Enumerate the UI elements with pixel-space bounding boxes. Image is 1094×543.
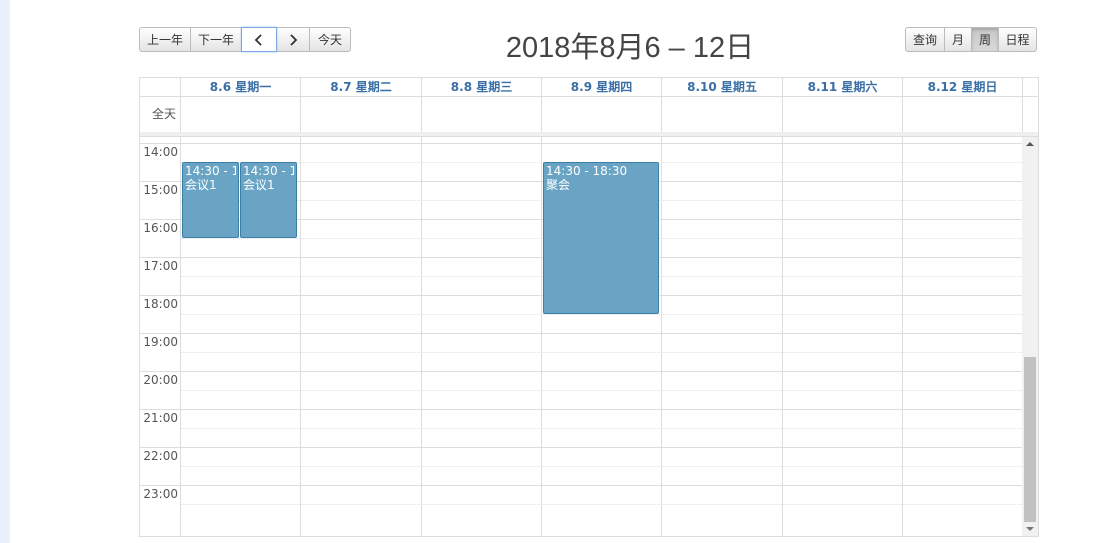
calendar-event[interactable]: 14:30 - 16会议1 [240, 162, 297, 238]
half-hour-line [180, 314, 1022, 315]
day-column-line [421, 137, 422, 536]
event-time: 14:30 - 16 [185, 164, 236, 178]
time-label: 19:00 [143, 335, 178, 349]
time-label: 18:00 [143, 297, 178, 311]
allday-row: 全天 [140, 97, 1038, 133]
scrollbar-thumb[interactable] [1024, 357, 1036, 522]
event-title: 会议1 [185, 178, 217, 192]
time-label: 14:00 [143, 145, 178, 159]
event-time: 14:30 - 16 [243, 164, 294, 178]
next-button[interactable] [276, 27, 310, 52]
next-year-button[interactable]: 下一年 [190, 27, 242, 52]
day-header-5[interactable]: 8.10 星期五 [661, 78, 782, 96]
allday-cell-7[interactable] [902, 97, 1022, 132]
time-label: 16:00 [143, 221, 178, 235]
week-view-button[interactable]: 周 [971, 27, 999, 52]
month-view-button[interactable]: 月 [944, 27, 972, 52]
today-button[interactable]: 今天 [309, 27, 351, 52]
day-header-3[interactable]: 8.8 星期三 [421, 78, 541, 96]
allday-label: 全天 [151, 107, 176, 121]
view-button-group: 查询 月 周 日程 [905, 27, 1037, 52]
event-title: 会议1 [243, 178, 275, 192]
half-hour-line [180, 466, 1022, 467]
time-grid[interactable]: 14:00 15:00 16:00 17:00 18:00 19:00 20:00 21:00… [140, 137, 1038, 536]
allday-cell-5[interactable] [661, 97, 782, 132]
half-hour-line [180, 352, 1022, 353]
allday-cell-2[interactable] [300, 97, 421, 132]
left-panel-edge [0, 0, 10, 543]
allday-cell-4[interactable] [541, 97, 661, 132]
hour-line [140, 333, 1022, 334]
scroll-up-icon[interactable] [1022, 137, 1038, 151]
hour-line [140, 371, 1022, 372]
hour-line [140, 447, 1022, 448]
day-column-line [902, 137, 903, 536]
half-hour-line [180, 390, 1022, 391]
day-header-1[interactable]: 8.6 星期一 [180, 78, 300, 96]
allday-cell-1[interactable] [180, 97, 300, 132]
vertical-scrollbar[interactable] [1022, 137, 1038, 536]
day-column-line [300, 137, 301, 536]
hour-line [140, 143, 1022, 144]
time-label: 23:00 [143, 487, 178, 501]
allday-gutter [1022, 97, 1038, 132]
week-calendar: 8.6 星期一 8.7 星期二 8.8 星期三 8.9 星期四 8.10 星期五 8.11… [139, 77, 1039, 537]
page-title: 2018年8月6 – 12日 [505, 32, 755, 64]
half-hour-line [180, 428, 1022, 429]
chevron-left-icon [254, 33, 264, 46]
allday-cell-6[interactable] [782, 97, 902, 132]
day-header-2[interactable]: 8.7 星期二 [300, 78, 421, 96]
time-label: 21:00 [143, 411, 178, 425]
half-hour-line [180, 504, 1022, 505]
hour-line [140, 485, 1022, 486]
scroll-down-icon[interactable] [1022, 522, 1038, 536]
nav-button-group: 上一年 下一年 今天 [139, 27, 351, 52]
day-header-row: 8.6 星期一 8.7 星期二 8.8 星期三 8.9 星期四 8.10 星期五 8.11… [140, 78, 1038, 97]
calendar-event[interactable]: 14:30 - 18:30 聚会 [543, 162, 659, 314]
chevron-right-icon [288, 33, 298, 46]
event-time: 14:30 - 18:30 [546, 164, 628, 178]
time-label: 15:00 [143, 183, 178, 197]
prev-button[interactable] [241, 27, 277, 52]
header-gutter [1022, 78, 1038, 96]
event-title: 聚会 [546, 178, 571, 192]
day-column-line [782, 137, 783, 536]
day-column-line [661, 137, 662, 536]
day-column-line [541, 137, 542, 536]
day-header-6[interactable]: 8.11 星期六 [782, 78, 902, 96]
prev-year-button[interactable]: 上一年 [139, 27, 191, 52]
time-label: 20:00 [143, 373, 178, 387]
time-label: 17:00 [143, 259, 178, 273]
time-label: 22:00 [143, 449, 178, 463]
day-column-line [180, 137, 181, 536]
calendar-event[interactable]: 14:30 - 16会议1 [182, 162, 239, 238]
day-header-7[interactable]: 8.12 星期日 [902, 78, 1022, 96]
day-header-4[interactable]: 8.9 星期四 [541, 78, 661, 96]
day-view-button[interactable]: 日程 [998, 27, 1037, 52]
hour-line [140, 409, 1022, 410]
list-view-button[interactable]: 查询 [905, 27, 945, 52]
allday-cell-3[interactable] [421, 97, 541, 132]
